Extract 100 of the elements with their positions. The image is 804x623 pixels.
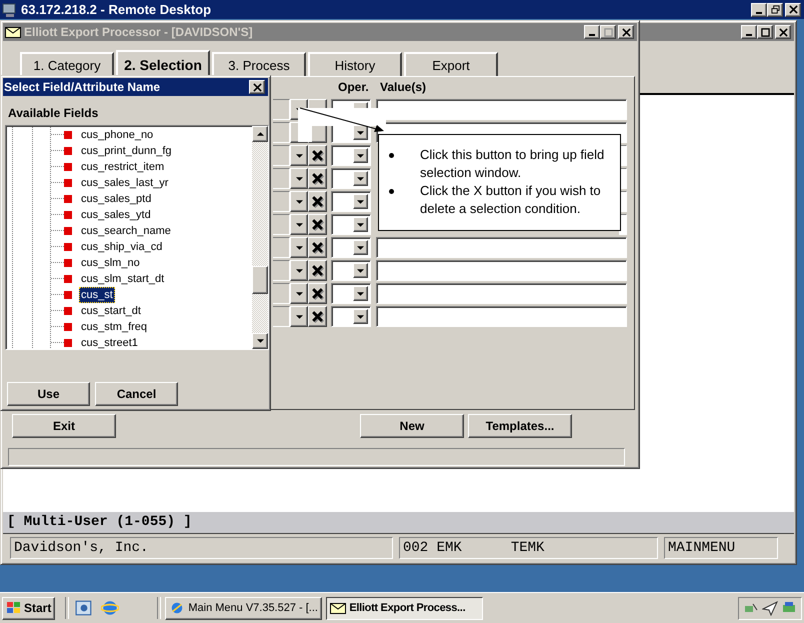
value-field[interactable]: [376, 306, 627, 327]
x-icon: [311, 287, 324, 300]
tree-item[interactable]: cus_start_dt: [79, 303, 143, 319]
bullet-icon: [389, 153, 394, 158]
caret-icon: [296, 154, 302, 158]
operator-combo[interactable]: [331, 145, 371, 166]
caret-icon: [357, 200, 364, 204]
value-field[interactable]: [376, 283, 627, 304]
tree-item[interactable]: cus_slm_no: [79, 255, 142, 271]
desktop-icon[interactable]: [75, 599, 94, 617]
tree-item[interactable]: cus_sales_last_yr: [79, 175, 170, 191]
button[interactable]: New: [360, 414, 464, 438]
operator-combo[interactable]: [331, 283, 371, 304]
tab[interactable]: 2. Selection: [116, 50, 210, 77]
maximize-icon: [604, 28, 612, 36]
callout-text: Click the X button if you wish to delete a selection condition.: [420, 182, 602, 218]
windows-flag-icon: [6, 601, 22, 615]
dropdown-button[interactable]: [290, 306, 308, 327]
delete-button[interactable]: [308, 168, 327, 189]
tab[interactable]: 1. Category: [20, 52, 114, 76]
scroll-thumb[interactable]: [252, 266, 268, 294]
button[interactable]: Templates...: [468, 414, 572, 438]
up-arrow-icon: [256, 132, 264, 136]
delete-button[interactable]: [308, 191, 327, 212]
envelope-icon: [5, 26, 21, 38]
dropdown-button[interactable]: [290, 214, 308, 235]
value-field[interactable]: [376, 260, 627, 281]
delete-button[interactable]: [308, 237, 327, 258]
close-button[interactable]: [785, 2, 801, 16]
taskbar-button[interactable]: Main Menu V7.35.527 - [...: [165, 596, 322, 620]
caret-icon: [357, 292, 364, 296]
minimize-icon: [746, 34, 752, 36]
delete-button[interactable]: [308, 306, 327, 327]
status-text: 002 EMK: [403, 539, 462, 558]
tree-item[interactable]: cus_search_name: [79, 223, 173, 239]
tree-item[interactable]: cus_st: [79, 287, 115, 303]
close-button[interactable]: [249, 80, 265, 94]
value-field[interactable]: [376, 237, 627, 258]
tree-item[interactable]: cus_phone_no: [79, 127, 156, 143]
tree-item[interactable]: cus_stm_freq: [79, 319, 150, 335]
envelope-icon: [330, 601, 346, 615]
callout-text: Click this button to bring up field selection window.: [420, 146, 606, 182]
close-icon: [252, 82, 262, 92]
dropdown-button[interactable]: [290, 283, 308, 304]
dropdown-button[interactable]: [290, 237, 308, 258]
computer-icon: [2, 2, 18, 18]
x-icon: [311, 149, 324, 162]
delete-button[interactable]: [308, 260, 327, 281]
operator-combo[interactable]: [331, 237, 371, 258]
close-icon: [778, 28, 788, 36]
value-field[interactable]: [376, 99, 627, 120]
delete-button[interactable]: [308, 214, 327, 235]
restore-button[interactable]: [767, 2, 783, 16]
operator-combo[interactable]: [331, 168, 371, 189]
tab[interactable]: Export: [404, 52, 498, 76]
plane-icon[interactable]: [762, 600, 778, 616]
dropdown-button[interactable]: [290, 260, 308, 281]
browser-icon[interactable]: [101, 599, 120, 617]
dropdown-button[interactable]: [290, 168, 308, 189]
x-icon: [311, 172, 324, 185]
caret-icon: [296, 268, 302, 272]
button[interactable]: Cancel: [95, 382, 178, 406]
operator-combo[interactable]: [331, 191, 371, 212]
tab[interactable]: 3. Process: [212, 52, 306, 76]
restore-icon: [770, 5, 780, 14]
caret-icon: [357, 154, 364, 158]
tree-item[interactable]: cus_ship_via_cd: [79, 239, 164, 255]
caret-icon: [357, 176, 364, 180]
caret-icon: [357, 314, 364, 318]
operator-combo[interactable]: [331, 214, 371, 235]
tab[interactable]: History: [308, 52, 402, 76]
tree-item[interactable]: cus_sales_ytd: [79, 207, 153, 223]
status-text: TEMK: [510, 539, 544, 558]
caret-icon: [296, 176, 302, 180]
operator-combo[interactable]: [331, 306, 371, 327]
taskbar-button[interactable]: Elliott Export Process...: [326, 596, 484, 620]
banner-text: [ Multi-User (1-055) ]: [3, 512, 794, 534]
tree-item[interactable]: cus_slm_start_dt: [79, 271, 166, 287]
operator-combo[interactable]: [331, 260, 371, 281]
minimize-button[interactable]: [751, 2, 767, 16]
close-icon: [788, 5, 798, 14]
button[interactable]: Use: [7, 382, 90, 406]
dropdown-button[interactable]: [290, 191, 308, 212]
minimize-icon: [589, 34, 595, 36]
start-button[interactable]: Start: [2, 596, 56, 620]
column-header: Oper.: [338, 80, 370, 94]
tree-item[interactable]: cus_sales_ptd: [79, 191, 154, 207]
caret-icon: [357, 130, 364, 134]
dropdown-button[interactable]: [290, 145, 308, 166]
status-cell: Davidson's, Inc.: [10, 537, 393, 559]
scrollbar[interactable]: [252, 126, 268, 349]
tree-item[interactable]: cus_print_dunn_fg: [79, 143, 174, 159]
caret-icon: [296, 292, 302, 296]
tree-item[interactable]: cus_restrict_item: [79, 159, 166, 175]
tree-item[interactable]: cus_street1: [79, 335, 140, 349]
window-title: Elliott Export Processor - [DAVIDSON'S]: [24, 25, 253, 39]
delete-button[interactable]: [308, 145, 327, 166]
caret-icon: [357, 222, 364, 226]
delete-button[interactable]: [308, 283, 327, 304]
button[interactable]: Exit: [12, 414, 116, 438]
